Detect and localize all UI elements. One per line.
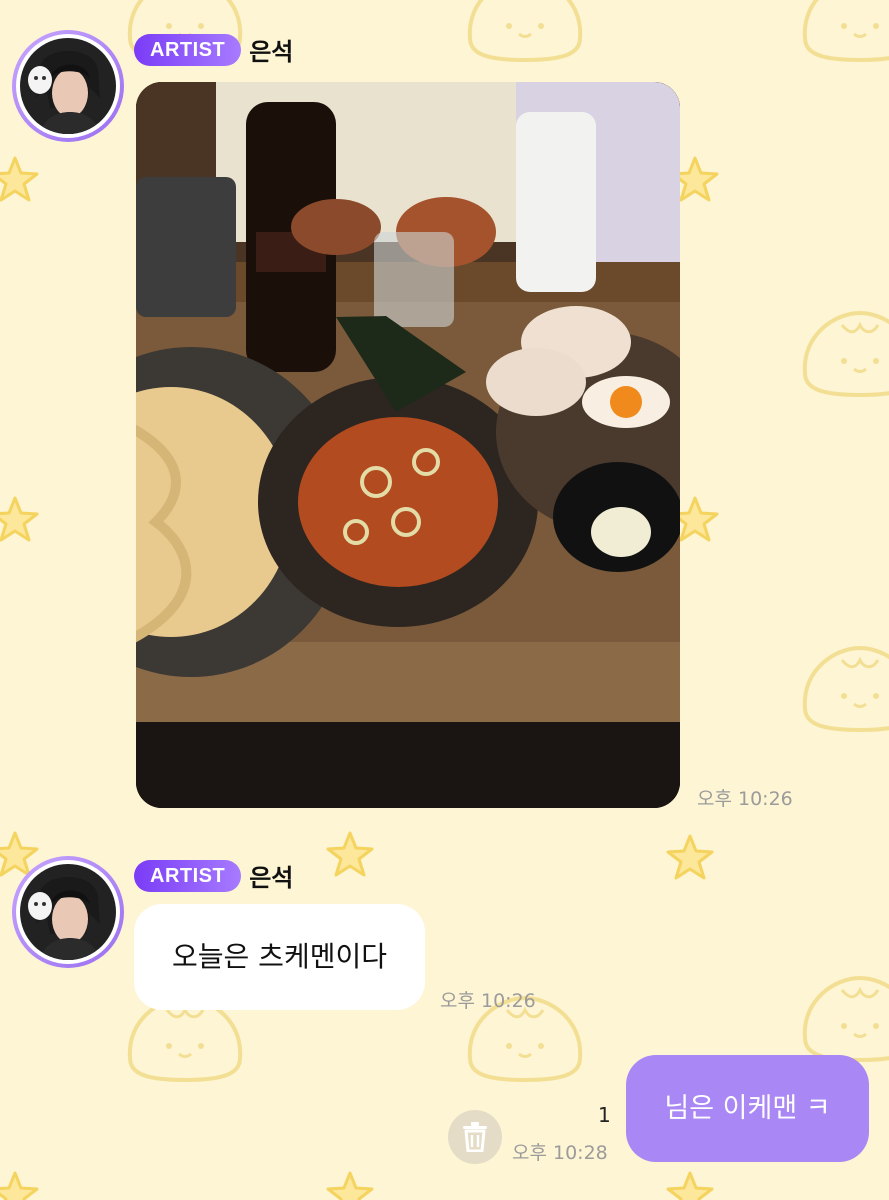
image-message[interactable]: [136, 82, 680, 808]
delete-button[interactable]: [448, 1110, 502, 1164]
sender-name: 은석: [249, 864, 294, 892]
avatar-frame: [16, 34, 120, 138]
artist-avatar[interactable]: [12, 856, 124, 968]
artist-badge: ARTIST: [134, 859, 242, 892]
avatar-frame: [16, 860, 120, 964]
chat-screen: ARTIST 은석 오후 10:26 ARTIST 은석 오늘은 츠케멘이다 오…: [0, 0, 889, 1200]
avatar-photo: [20, 864, 116, 960]
incoming-text-bubble[interactable]: 오늘은 츠케멘이다: [134, 904, 425, 1010]
message-time: 오후 10:26: [440, 990, 536, 1012]
unread-count: 1: [598, 1103, 611, 1127]
artist-badge: ARTIST: [134, 33, 242, 66]
message-sender: ARTIST 은석: [134, 858, 293, 893]
message-time: 오후 10:26: [697, 788, 793, 810]
trash-icon: [463, 1122, 487, 1152]
food-photo-icon: [136, 82, 680, 808]
outgoing-text-bubble[interactable]: 님은 이케맨 ㅋ: [626, 1055, 869, 1162]
artist-avatar[interactable]: [12, 30, 124, 142]
avatar-photo: [20, 38, 116, 134]
message-sender: ARTIST 은석: [134, 32, 293, 67]
message-time: 오후 10:28: [512, 1142, 608, 1164]
sender-name: 은석: [249, 38, 294, 66]
